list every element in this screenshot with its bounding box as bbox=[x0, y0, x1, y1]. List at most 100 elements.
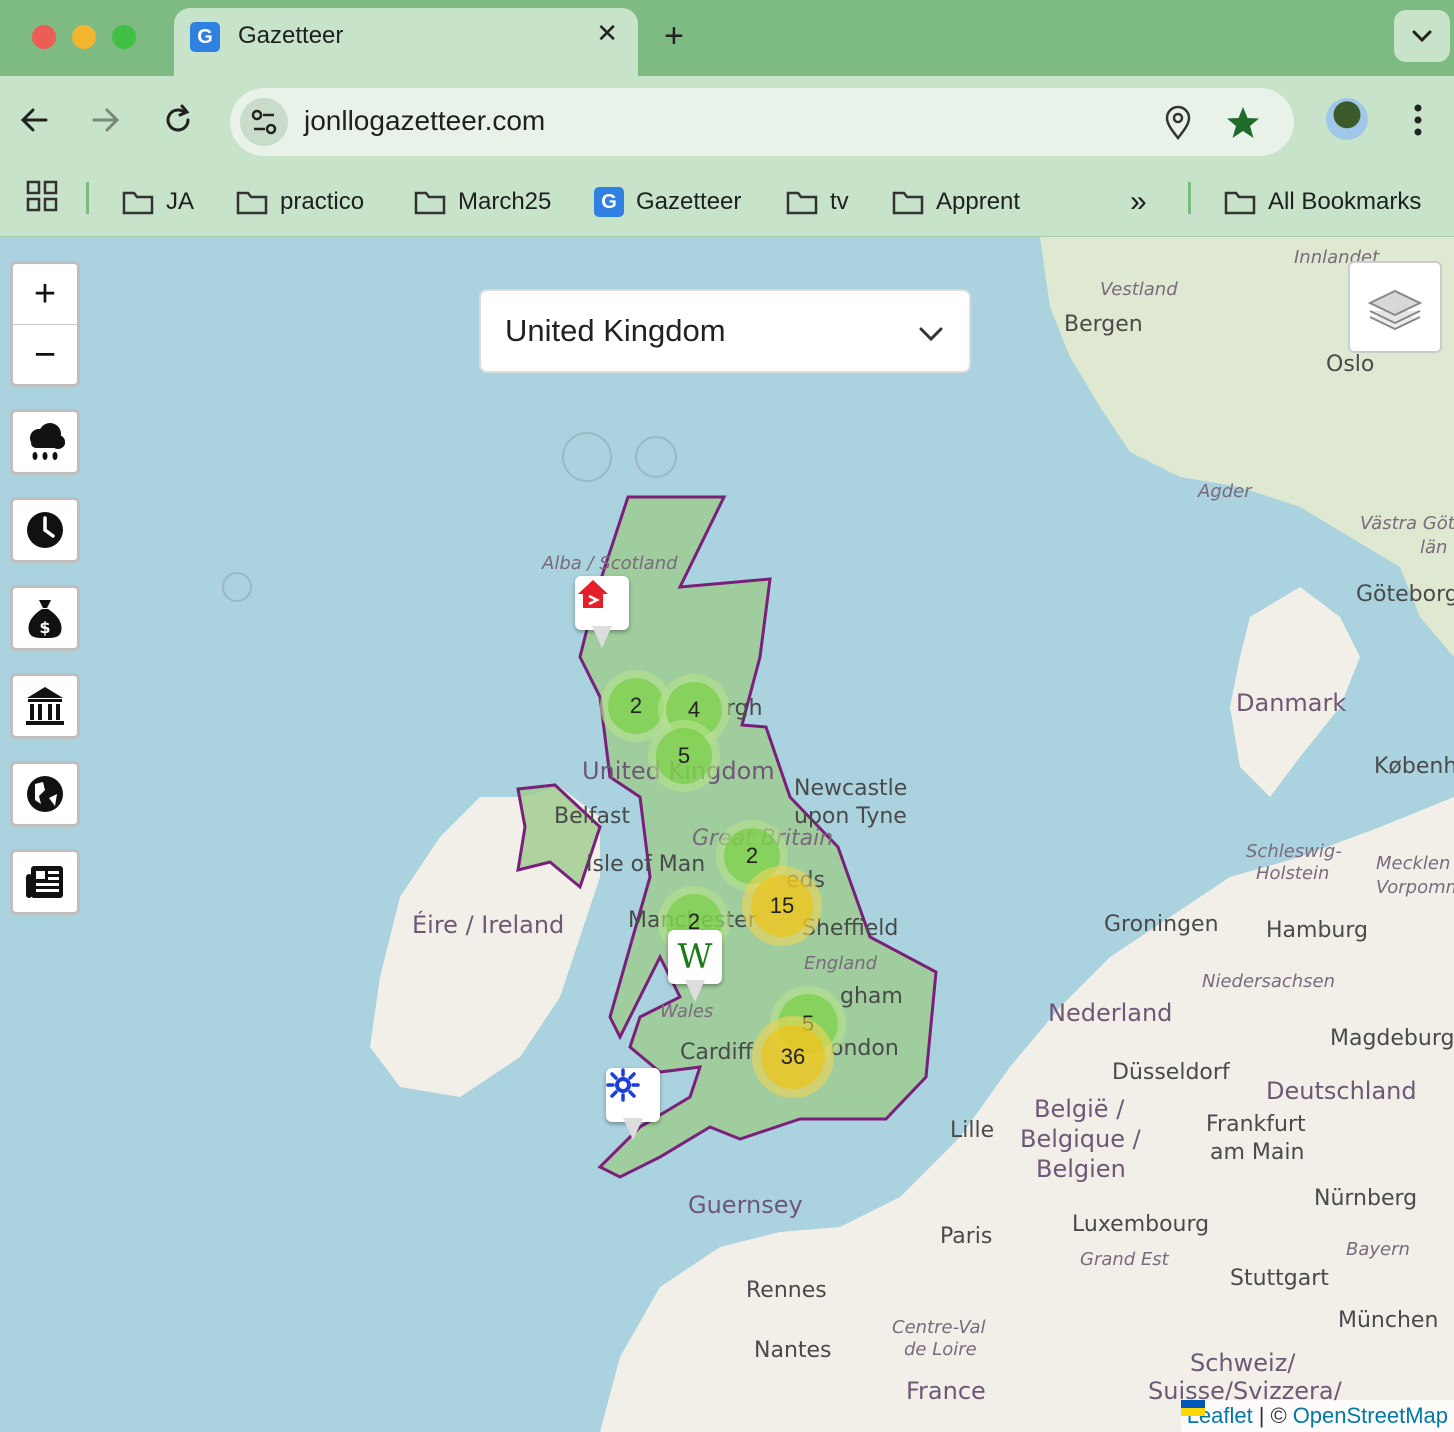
marker-cluster[interactable]: 36 bbox=[752, 1016, 834, 1098]
reload-icon bbox=[166, 104, 190, 132]
cluster-count: 15 bbox=[751, 875, 813, 937]
minimize-window-button[interactable] bbox=[72, 25, 96, 49]
label-scotland: Alba / Scotland bbox=[541, 553, 678, 574]
label-vestland: Vestland bbox=[1100, 279, 1178, 300]
map-view[interactable]: Vestland Innlandet Bergen Oslo Agder Väs… bbox=[0, 237, 1454, 1432]
bookmark-label: Gazetteer bbox=[636, 188, 742, 215]
layers-control-button[interactable] bbox=[1348, 261, 1442, 353]
label-centre-2: de Loire bbox=[904, 1339, 977, 1360]
country-select-value: United Kingdom bbox=[505, 313, 726, 348]
label-birmingham: gham bbox=[840, 984, 903, 1009]
bookmark-march25[interactable]: March25 bbox=[414, 182, 551, 222]
tune-icon bbox=[251, 109, 277, 135]
tab-search-button[interactable] bbox=[1394, 10, 1450, 62]
bookmark-practico[interactable]: practico bbox=[236, 182, 364, 222]
all-bookmarks-label: All Bookmarks bbox=[1268, 188, 1422, 215]
new-tab-button[interactable]: + bbox=[664, 16, 684, 56]
svg-text:$: $ bbox=[39, 618, 50, 637]
label-magdeburg: Magdeburg bbox=[1330, 1026, 1454, 1051]
folder-icon bbox=[236, 191, 268, 215]
copyright-symbol: © bbox=[1270, 1403, 1287, 1428]
bookmark-tv[interactable]: tv bbox=[786, 182, 849, 222]
label-niedersachsen: Niedersachsen bbox=[1202, 971, 1335, 992]
label-agder: Agder bbox=[1197, 481, 1253, 502]
bookmark-ja[interactable]: JA bbox=[122, 182, 194, 222]
browser-toolbar: jonllogazetteer.com bbox=[0, 76, 1454, 168]
marker-cluster[interactable]: 5 bbox=[648, 720, 720, 792]
label-ireland: Éire / Ireland bbox=[412, 910, 564, 939]
bookmark-label: March25 bbox=[458, 188, 552, 215]
label-guernsey: Guernsey bbox=[688, 1191, 803, 1219]
forward-button[interactable] bbox=[84, 98, 128, 142]
cluster-count: 2 bbox=[608, 678, 664, 734]
reload-button[interactable] bbox=[156, 98, 200, 142]
label-danmark: Danmark bbox=[1236, 689, 1346, 717]
apps-grid-icon[interactable] bbox=[26, 180, 58, 212]
label-stuttgart: Stuttgart bbox=[1230, 1266, 1329, 1291]
maximize-window-button[interactable] bbox=[112, 25, 136, 49]
marker-cluster[interactable]: 15 bbox=[742, 866, 822, 946]
label-nurnberg: Nürnberg bbox=[1314, 1186, 1417, 1211]
folder-icon bbox=[1224, 191, 1256, 215]
label-lan: län bbox=[1420, 537, 1447, 558]
attribution-separator: | bbox=[1258, 1403, 1265, 1428]
country-info-button[interactable] bbox=[10, 761, 80, 827]
gazetteer-favicon: G bbox=[594, 187, 624, 217]
label-kobenh: Københ bbox=[1374, 754, 1454, 779]
label-edinburgh: rgh bbox=[726, 696, 763, 721]
address-bar[interactable]: jonllogazetteer.com bbox=[230, 88, 1294, 156]
economy-button[interactable] bbox=[10, 673, 80, 739]
timezone-button[interactable] bbox=[10, 497, 80, 563]
bookmarks-separator bbox=[86, 182, 89, 214]
news-button[interactable] bbox=[10, 849, 80, 915]
site-info-button[interactable] bbox=[240, 98, 288, 146]
bookmark-star-icon[interactable] bbox=[1224, 104, 1262, 142]
poi-marker[interactable] bbox=[606, 1068, 660, 1140]
wikipedia-icon: W bbox=[677, 937, 713, 977]
country-select[interactable]: United Kingdom bbox=[479, 289, 971, 373]
label-schleswig-2: Holstein bbox=[1256, 863, 1329, 884]
weather-button[interactable] bbox=[10, 409, 80, 475]
newspaper-icon bbox=[26, 866, 63, 898]
location-pin-icon[interactable] bbox=[1160, 104, 1196, 142]
currency-button[interactable]: $ bbox=[10, 585, 80, 651]
chevron-down-icon bbox=[919, 327, 943, 342]
label-newcastle-1: Newcastle bbox=[794, 776, 907, 801]
url-text[interactable]: jonllogazetteer.com bbox=[304, 105, 545, 137]
label-luxembourg: Luxembourg bbox=[1072, 1212, 1209, 1237]
home-icon bbox=[578, 580, 608, 608]
tab-title: Gazetteer bbox=[238, 22, 344, 49]
label-belgie-3: Belgien bbox=[1036, 1155, 1126, 1183]
tab-close-button[interactable]: ✕ bbox=[596, 18, 618, 49]
wikipedia-marker[interactable]: W bbox=[668, 930, 722, 1002]
label-belgie-1: België / bbox=[1034, 1095, 1125, 1123]
back-arrow-icon bbox=[20, 108, 48, 132]
profile-avatar[interactable] bbox=[1326, 98, 1368, 140]
label-belgie-2: Belgique / bbox=[1020, 1125, 1142, 1153]
capital-marker[interactable] bbox=[575, 576, 629, 648]
bookmarks-bar: JA practico March25 G Gazetteer tv Appre… bbox=[0, 168, 1454, 237]
more-bookmarks-button[interactable]: » bbox=[1130, 182, 1147, 222]
back-button[interactable] bbox=[12, 98, 56, 142]
all-bookmarks-button[interactable]: All Bookmarks bbox=[1224, 182, 1421, 222]
label-mecklen-1: Mecklen bbox=[1376, 853, 1450, 874]
label-deutschland: Deutschland bbox=[1266, 1077, 1417, 1105]
bookmarks-separator bbox=[1188, 182, 1191, 214]
openstreetmap-link[interactable]: OpenStreetMap bbox=[1293, 1403, 1448, 1429]
folder-icon bbox=[122, 191, 154, 215]
layers-icon bbox=[1367, 289, 1423, 331]
tab-gazetteer[interactable]: G Gazetteer ✕ bbox=[174, 8, 638, 76]
bookmark-label: practico bbox=[280, 188, 365, 215]
cluster-count: 36 bbox=[761, 1025, 825, 1089]
zoom-out-button[interactable]: − bbox=[13, 325, 77, 385]
bookmark-gazetteer[interactable]: G Gazetteer bbox=[594, 182, 741, 222]
zoom-in-button[interactable]: + bbox=[13, 264, 77, 325]
label-belfast: Belfast bbox=[554, 804, 630, 829]
label-nantes: Nantes bbox=[754, 1338, 832, 1363]
label-wales: Wales bbox=[660, 1001, 713, 1022]
label-cardiff: Cardiff bbox=[680, 1040, 754, 1065]
bookmark-apprent[interactable]: Apprent bbox=[892, 182, 1020, 222]
kebab-menu-icon[interactable] bbox=[1404, 100, 1432, 140]
close-window-button[interactable] bbox=[32, 25, 56, 49]
bookmark-label: Apprent bbox=[936, 188, 1021, 215]
